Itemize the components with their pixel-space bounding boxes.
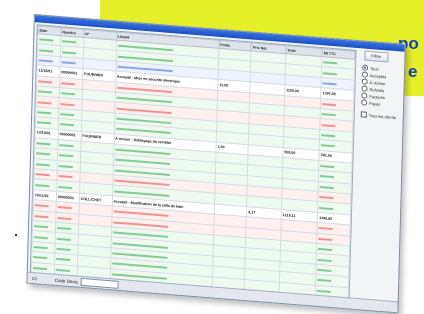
table-body: 11/10/01 00000001 FOURNIER Accepté - Mise e… [31,33,355,298]
blurred-text-bar [36,142,51,146]
radio-circle[interactable] [361,92,368,99]
blurred-text-bar [33,246,48,250]
blurred-text-bar [320,165,335,169]
banner-text-line2: e [408,62,418,81]
blurred-text-bar [60,92,75,96]
blurred-text-bar [319,196,334,200]
blurred-text-bar [60,81,76,86]
blurred-text-bar [322,102,337,107]
blurred-text-bar [317,289,332,293]
radio-circle[interactable] [361,78,368,85]
blurred-text-bar [60,102,75,106]
blurred-text-bar [58,154,73,158]
radio-circle[interactable] [361,99,368,106]
radio-circle[interactable] [362,64,369,71]
record-count: 13 [31,275,37,281]
blurred-text-bar [33,235,48,239]
radio-label: Acceptés [369,72,387,79]
blurred-text-bar [317,258,333,262]
radio-circle[interactable] [361,85,368,92]
blurred-text-bar [323,71,338,75]
decorative-dot [15,234,17,236]
blurred-text-bar [33,256,48,260]
blurred-text-bar [59,144,74,148]
blurred-text-bar [55,268,70,272]
blurred-text-bar [60,113,75,117]
blurred-text-bar [35,163,50,167]
blurred-text-bar [317,279,332,283]
radio-label: Refusés [369,86,385,93]
blurred-text-bar [56,247,71,252]
code-field-label: Code Devis [54,277,78,285]
blurred-text-bar [58,175,73,179]
blurred-text-bar [32,266,47,270]
blurred-text-bar [319,206,334,210]
blurred-text-bar [320,175,335,179]
blurred-text-bar [320,185,335,190]
quotes-table: Date Numéro N° Libellé Poids Prix Net Total Mt … [31,25,356,298]
radio-label: Payés [369,100,381,107]
blurred-text-bar [34,214,49,219]
blurred-text-bar [58,164,73,169]
blurred-text-bar [38,80,53,84]
blurred-text-bar [39,38,54,42]
blurred-text-bar [61,61,76,65]
blurred-text-bar [322,82,337,86]
quotes-grid[interactable]: Date Numéro N° Libellé Poids Prix Net Total Mt … [29,24,357,298]
code-devis-input[interactable] [80,277,119,289]
blurred-text-bar [318,237,333,241]
blurred-text-bar [322,113,337,117]
filter-panel: Filtrer Tous Acceptés À réviser Refusés Fact… [352,50,401,299]
blurred-text-bar [323,61,338,65]
blurred-text-bar [56,227,71,231]
blurred-text-bar [318,248,333,252]
radio-label: Facturés [369,93,385,100]
blurred-text-bar [57,216,72,220]
blurred-text-bar [36,152,51,156]
blurred-text-bar [37,90,52,94]
blurred-text-bar [38,59,53,63]
blurred-text-bar [61,50,76,54]
blurred-text-bar [57,206,72,210]
blurred-text-bar [37,111,52,115]
all-clients-checkbox[interactable]: Tous les clients [360,111,399,120]
radio-label: Tous [370,65,379,72]
checkbox-box[interactable] [360,111,367,118]
blurred-text-bar [38,48,54,53]
radio-label: À réviser [369,79,386,86]
blurred-text-bar [56,237,71,241]
blurred-text-bar [321,144,336,148]
filter-button[interactable]: Filtrer [364,50,389,63]
blurred-text-bar [321,123,336,127]
blurred-text-bar [59,123,74,127]
application-window: Date Numéro N° Libellé Poids Prix Net Total Mt … [26,14,406,314]
radio-circle[interactable] [361,71,369,78]
blurred-text-bar [317,268,332,273]
status-radio-group: Tous Acceptés À réviser Refusés Facturés Payé… [357,64,400,108]
blurred-text-bar [62,40,77,44]
blurred-text-bar [34,225,49,229]
blurred-text-bar [321,134,336,138]
blurred-text-bar [318,227,333,231]
checkbox-label: Tous les clients [368,112,396,120]
blurred-text-bar [37,100,52,104]
blurred-text-bar [58,185,73,189]
blurred-text-bar [56,258,71,262]
blurred-text-bar [35,173,50,177]
blurred-text-bar [35,183,50,187]
blurred-text-bar [36,121,51,125]
blurred-text-bar [34,204,49,208]
